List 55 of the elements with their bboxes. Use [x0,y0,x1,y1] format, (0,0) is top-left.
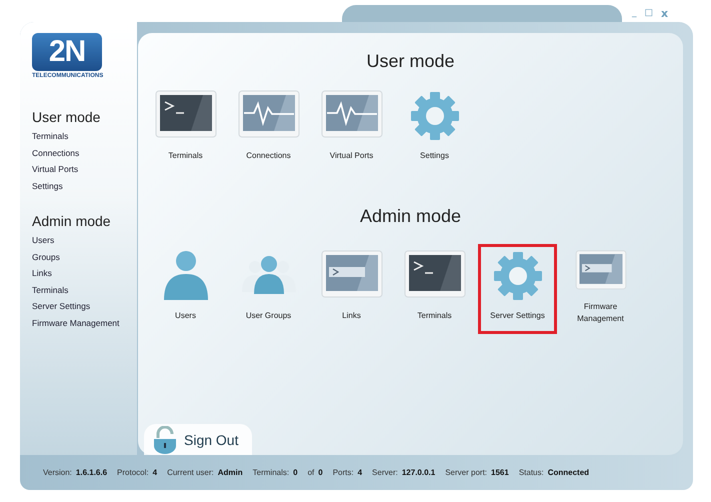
sidebar-link[interactable]: Terminals [32,128,137,144]
sign-out-button[interactable]: Sign Out [144,424,252,455]
tile[interactable]: Firmware Management [561,244,640,328]
tile-label: Links [342,310,361,322]
sidebar-link[interactable]: Groups [32,248,137,265]
status-label: Current user: [167,468,214,477]
tile-label: Virtual Ports [330,150,374,162]
padlock-icon [152,426,178,454]
status-value: 127.0.0.1 [402,468,436,477]
status-value: 1561 [491,468,509,477]
status-label: Status: [518,468,544,477]
tile-label: Connections [246,150,291,162]
sidebar-heading: Admin mode [32,213,112,229]
tile-label: Users [175,310,196,322]
tile-label: Settings [420,150,449,162]
sidebar-link[interactable]: Virtual Ports [32,161,137,178]
tile[interactable]: Settings [395,84,474,168]
status-value: 4 [152,468,158,477]
status-label: Protocol: [117,468,149,477]
section-title: User mode [365,51,456,72]
tile[interactable]: Server Settings [478,244,557,334]
status-value: Admin [218,468,243,477]
status-label: Version: [43,468,72,477]
sidebar-link[interactable]: Links [32,265,137,282]
tile-label: Server Settings [490,310,545,322]
tile[interactable]: User Groups [229,244,308,328]
status-value: 0 [318,468,323,477]
logo: 2N [32,33,102,71]
tile-label: User Groups [246,310,292,322]
status-value: Connected [548,468,590,477]
sidebar-link[interactable]: Terminals [32,282,137,298]
tile-label: Terminals [417,310,452,322]
status-label: Server: [372,468,398,477]
tile-label: Firmware Management [576,301,625,325]
status-label: of [308,468,314,477]
sidebar-link[interactable]: Settings [32,178,137,194]
tile[interactable]: Terminals [395,244,474,328]
status-label: Ports: [332,468,354,477]
sidebar-link[interactable]: Users [32,232,137,248]
sidebar-link[interactable]: Server Settings [32,298,137,314]
tile[interactable]: Terminals [146,84,225,168]
tile[interactable]: Virtual Ports [312,84,391,168]
tile[interactable]: Links [312,244,391,328]
status-value: 0 [293,468,298,477]
status-value: 1.6.1.6.6 [76,468,108,477]
tile[interactable]: Users [146,244,225,328]
status-value: 4 [358,468,362,477]
tile-label: Terminals [168,150,203,162]
tile[interactable]: Connections [229,84,308,168]
sidebar-link[interactable]: Connections [32,144,137,161]
sidebar-heading: User mode [32,109,102,125]
status-label: Terminals: [252,468,290,477]
status-label: Server port: [445,468,488,477]
sidebar-link[interactable]: Firmware Management [32,314,137,331]
section-title: Admin mode [358,206,462,227]
